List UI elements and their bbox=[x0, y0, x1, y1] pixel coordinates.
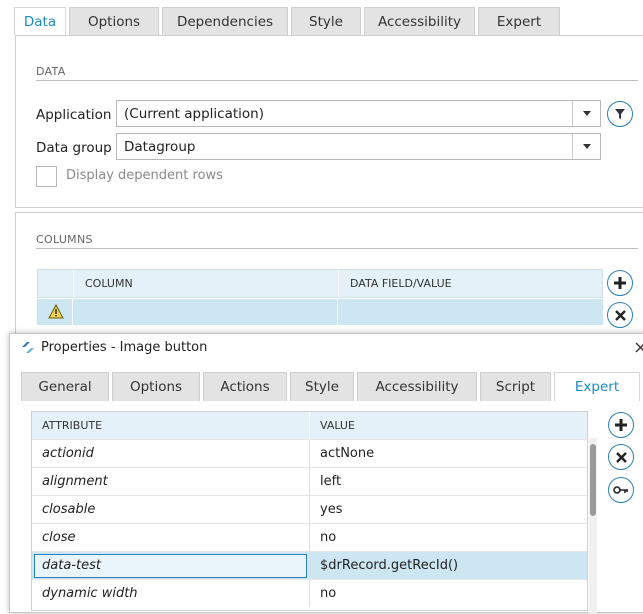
columns-panel: COLUMNS COLUMN DATA FIELD/VALUE bbox=[15, 212, 643, 352]
add-attribute-button[interactable] bbox=[608, 412, 634, 438]
tab-actions[interactable]: Actions bbox=[203, 372, 287, 401]
close-icon[interactable] bbox=[635, 342, 643, 353]
row-separator bbox=[337, 299, 338, 325]
tab-dependencies[interactable]: Dependencies bbox=[162, 7, 288, 35]
remove-attribute-button[interactable] bbox=[608, 444, 634, 470]
table-row[interactable]: dynamic width no bbox=[32, 579, 587, 607]
close-icon bbox=[615, 451, 627, 463]
header-separator bbox=[309, 412, 310, 439]
add-column-button[interactable] bbox=[607, 270, 633, 296]
app-logo-icon bbox=[22, 342, 34, 353]
data-field-header[interactable]: DATA FIELD/VALUE bbox=[338, 270, 603, 297]
application-label: Application bbox=[36, 107, 112, 123]
scrollbar-thumb[interactable] bbox=[590, 444, 596, 516]
data-section-title: DATA bbox=[36, 65, 66, 78]
chevron-down-icon[interactable] bbox=[572, 101, 600, 126]
columns-section-rule bbox=[36, 248, 638, 249]
dependent-rows-checkbox[interactable] bbox=[36, 166, 57, 187]
tab-general[interactable]: General bbox=[21, 372, 109, 401]
datagroup-label: Data group bbox=[36, 140, 112, 156]
warning-icon bbox=[48, 304, 64, 319]
table-row[interactable]: close no bbox=[32, 523, 587, 551]
table-row[interactable]: closable yes bbox=[32, 495, 587, 523]
application-value: (Current application) bbox=[124, 105, 264, 122]
attribute-value[interactable]: left bbox=[320, 468, 341, 495]
tab-accessibility[interactable]: Accessibility bbox=[357, 372, 477, 401]
columns-grid-row[interactable] bbox=[37, 299, 603, 325]
tab-expert[interactable]: Expert bbox=[554, 372, 640, 401]
tab-style[interactable]: Style bbox=[291, 7, 361, 35]
attributes-table: ATTRIBUTE VALUE actionid actNone alignme… bbox=[31, 411, 588, 611]
close-icon bbox=[614, 309, 626, 321]
datagroup-value: Datagroup bbox=[124, 138, 196, 155]
tab-options[interactable]: Options bbox=[69, 7, 159, 35]
attribute-value[interactable]: no bbox=[320, 580, 336, 607]
filter-icon bbox=[615, 109, 625, 119]
tab-data[interactable]: Data bbox=[14, 7, 66, 35]
filter-button[interactable] bbox=[607, 101, 633, 127]
attribute-value[interactable]: no bbox=[320, 524, 336, 551]
value-header[interactable]: VALUE bbox=[320, 412, 355, 439]
attribute-name: close bbox=[42, 530, 76, 545]
columns-section-title: COLUMNS bbox=[36, 233, 93, 246]
table-row-selected[interactable]: data-test $drRecord.getRecId() bbox=[32, 551, 587, 579]
key-button[interactable] bbox=[608, 477, 634, 503]
column-header[interactable]: COLUMN bbox=[73, 270, 338, 297]
attribute-value[interactable]: $drRecord.getRecId() bbox=[320, 552, 458, 579]
dialog-title: Properties - Image button bbox=[41, 340, 208, 355]
dependent-rows-label: Display dependent rows bbox=[66, 168, 223, 183]
tab-options[interactable]: Options bbox=[112, 372, 200, 401]
data-section-rule bbox=[36, 80, 638, 81]
top-tab-bar: Data Options Dependencies Style Accessib… bbox=[14, 7, 563, 35]
remove-column-button[interactable] bbox=[607, 302, 633, 328]
chevron-down-icon[interactable] bbox=[572, 134, 600, 159]
attribute-header[interactable]: ATTRIBUTE bbox=[42, 412, 102, 439]
properties-dialog: Properties - Image button General Option… bbox=[9, 333, 643, 614]
key-icon bbox=[613, 486, 628, 494]
attributes-header: ATTRIBUTE VALUE bbox=[32, 412, 587, 439]
tab-accessibility[interactable]: Accessibility bbox=[364, 7, 475, 35]
data-panel: DATA Application (Current application) D… bbox=[15, 35, 643, 208]
attribute-name: dynamic width bbox=[42, 586, 138, 601]
datagroup-select[interactable]: Datagroup bbox=[116, 133, 601, 160]
tab-expert[interactable]: Expert bbox=[478, 7, 560, 35]
attribute-name: alignment bbox=[42, 474, 108, 489]
application-select[interactable]: (Current application) bbox=[116, 100, 601, 127]
plus-icon bbox=[614, 277, 626, 289]
row-separator bbox=[72, 299, 73, 325]
attribute-value[interactable]: actNone bbox=[320, 440, 374, 467]
dialog-tab-bar: General Options Actions Style Accessibil… bbox=[21, 372, 643, 401]
table-row[interactable]: alignment left bbox=[32, 467, 587, 495]
columns-grid-header: COLUMN DATA FIELD/VALUE bbox=[37, 269, 603, 298]
tab-script[interactable]: Script bbox=[480, 372, 551, 401]
tab-style[interactable]: Style bbox=[290, 372, 354, 401]
table-row[interactable]: actionid actNone bbox=[32, 439, 587, 467]
plus-icon bbox=[615, 419, 627, 431]
attribute-value[interactable]: yes bbox=[320, 496, 342, 523]
attributes-scrollbar[interactable] bbox=[589, 438, 597, 614]
attribute-name: closable bbox=[42, 502, 96, 517]
attribute-name: data-test bbox=[42, 558, 101, 573]
attribute-name: actionid bbox=[42, 446, 94, 461]
